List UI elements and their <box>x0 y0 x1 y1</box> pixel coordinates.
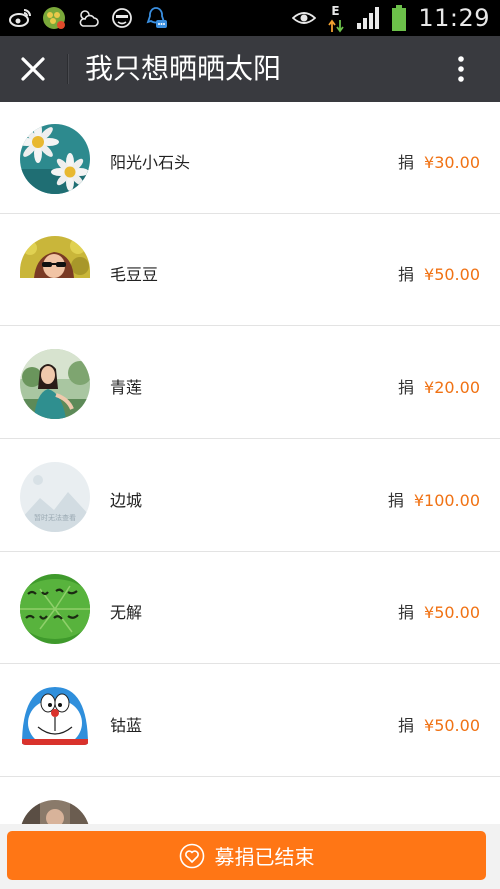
signal-icon <box>357 7 380 29</box>
donate-label: 捐 <box>398 265 415 284</box>
donor-name: 毛豆豆 <box>110 265 159 284</box>
donation-amount: 捐 ¥50.00 <box>398 261 480 285</box>
network-indicator: E <box>328 3 345 33</box>
avatar-woman-outdoor-photo[interactable] <box>20 349 90 419</box>
donor-name: 无解 <box>110 603 143 622</box>
donation-amount: 捐 ¥30.00 <box>398 149 480 173</box>
list-item[interactable]: 钴蓝 捐 ¥50.00 <box>0 665 500 777</box>
avatar-daisy-photo[interactable] <box>20 124 90 194</box>
list-item[interactable] <box>0 778 500 824</box>
fundraising-ended-button[interactable]: 募捐已结束 <box>7 831 486 880</box>
amount-value: ¥30.00 <box>424 153 480 172</box>
weibo-icon <box>9 9 31 27</box>
system-icons: E 11:29 <box>292 0 490 36</box>
donation-amount: 捐 ¥50.00 <box>398 599 480 623</box>
network-type-label: E <box>331 4 340 18</box>
placeholder-text: 暂时无法查看 <box>34 513 76 522</box>
list-item[interactable]: 毛豆豆 捐 ¥50.00 <box>0 214 500 326</box>
donor-name: 青莲 <box>110 378 143 397</box>
amount-value: ¥50.00 <box>424 603 480 622</box>
donate-label: 捐 <box>387 491 404 510</box>
app-bar: 我只想晒晒太阳 <box>0 36 500 102</box>
avatar-person-partial-photo[interactable] <box>20 800 90 824</box>
donate-label: 捐 <box>398 716 415 735</box>
amount-value: ¥100.00 <box>413 491 480 510</box>
list-item[interactable]: 无解 捐 ¥50.00 <box>0 552 500 664</box>
donor-name: 阳光小石头 <box>110 153 191 172</box>
donate-label: 捐 <box>398 153 415 172</box>
list-item[interactable]: 青莲 捐 ¥20.00 <box>0 327 500 439</box>
avatar-placeholder-image[interactable]: 暂时无法查看 <box>20 462 90 532</box>
more-vertical-icon[interactable] <box>442 50 480 88</box>
battery-icon <box>392 5 407 31</box>
face-app-icon <box>112 8 132 28</box>
list-item[interactable]: 暂时无法查看 边城 捐 ¥100.00 <box>0 440 500 552</box>
eye-icon <box>292 12 317 24</box>
donor-list[interactable]: 阳光小石头 捐 ¥30.00 毛豆豆 捐 ¥50.00 青莲 捐 ¥20.00 … <box>0 102 500 824</box>
app-bar-divider <box>67 54 68 84</box>
donor-name: 钴蓝 <box>110 716 143 735</box>
fundraising-ended-label: 募捐已结束 <box>214 845 315 869</box>
amount-value: ¥20.00 <box>424 378 480 397</box>
heart-icon <box>179 843 204 868</box>
notification-icons <box>8 4 168 32</box>
data-arrows-icon <box>328 19 345 33</box>
amount-value: ¥50.00 <box>424 265 480 284</box>
avatar-person-sunglasses-photo[interactable] <box>20 236 90 278</box>
qq-message-icon <box>146 7 167 28</box>
amount-value: ¥50.00 <box>424 716 480 735</box>
donation-amount: 捐 ¥50.00 <box>398 712 480 736</box>
footer-bar: 募捐已结束 <box>0 824 500 889</box>
page-title: 我只想晒晒太阳 <box>85 52 282 85</box>
donate-label: 捐 <box>398 603 415 622</box>
close-icon[interactable] <box>14 50 52 88</box>
donation-amount: 捐 ¥100.00 <box>388 487 480 511</box>
list-item[interactable]: 阳光小石头 捐 ¥30.00 <box>0 102 500 214</box>
donation-amount: 捐 ¥20.00 <box>398 374 480 398</box>
clover-game-icon <box>43 7 65 29</box>
status-bar: E 11:29 <box>0 0 500 36</box>
avatar-doraemon-photo[interactable] <box>20 687 90 745</box>
donor-name: 边城 <box>110 491 143 510</box>
weather-icon <box>79 10 99 27</box>
donate-label: 捐 <box>398 378 415 397</box>
avatar-calligraphy-leaf-photo[interactable] <box>20 574 90 644</box>
clock: 11:29 <box>418 4 490 32</box>
